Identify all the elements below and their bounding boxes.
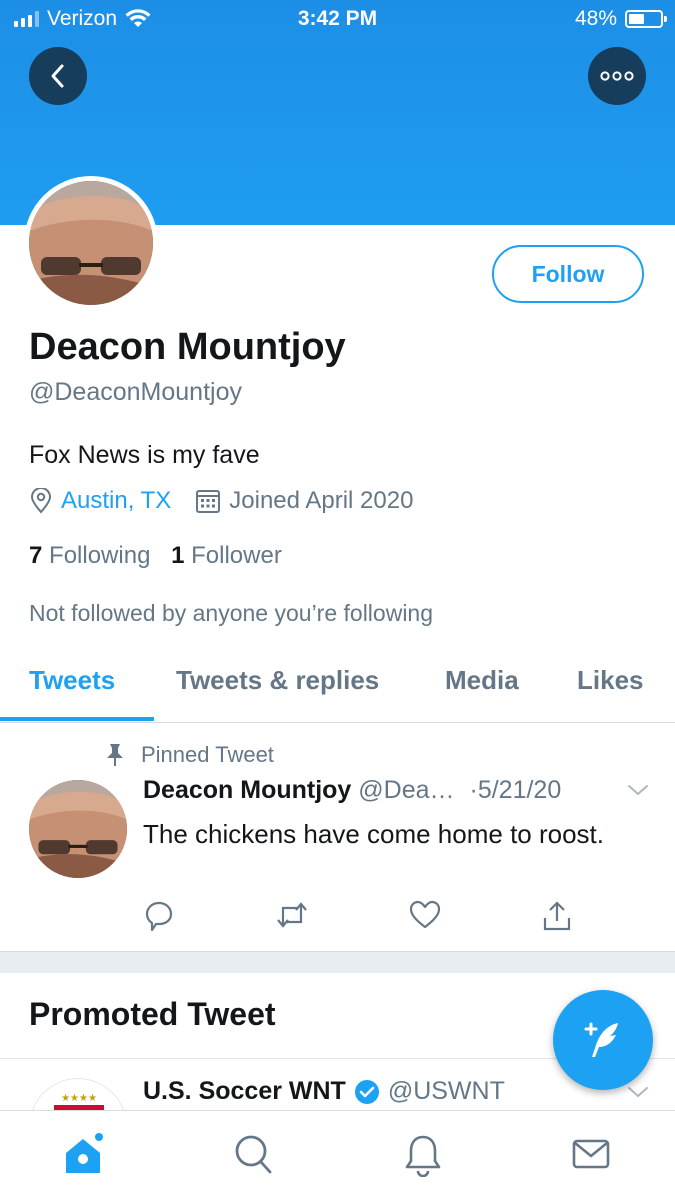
bottom-nav bbox=[0, 1110, 675, 1200]
tab-tweets[interactable]: Tweets bbox=[29, 665, 115, 696]
tweet-actions bbox=[0, 900, 675, 940]
tweet-author-name[interactable]: Deacon Mountjoy bbox=[143, 776, 351, 804]
pinned-label-row: Pinned Tweet bbox=[105, 742, 274, 768]
profile-tabs: Tweets Tweets & replies Media Likes bbox=[0, 660, 675, 723]
tweet-date: ·5/21/20 bbox=[469, 776, 562, 804]
reply-icon[interactable] bbox=[144, 900, 174, 932]
follow-counts: 7 Following 1 Follower bbox=[29, 542, 282, 570]
follow-button[interactable]: Follow bbox=[492, 245, 644, 303]
back-arrow-icon bbox=[51, 64, 64, 88]
section-divider bbox=[0, 951, 675, 973]
battery-icon bbox=[625, 10, 667, 28]
profile-name: Deacon Mountjoy bbox=[29, 326, 346, 368]
profile-meta: Austin, TX Joined April 2020 bbox=[29, 487, 413, 515]
profile-location[interactable]: Austin, TX bbox=[61, 487, 171, 515]
profile-handle: @DeaconMountjoy bbox=[29, 378, 242, 406]
location-icon bbox=[30, 488, 52, 514]
tweet-author-handle: @Dea… bbox=[358, 776, 455, 804]
pinned-label: Pinned Tweet bbox=[141, 742, 274, 767]
promoted-author-handle: @USWNT bbox=[387, 1077, 505, 1105]
promoted-tweet-header: U.S. Soccer WNT @USWNT bbox=[143, 1077, 505, 1106]
like-icon[interactable] bbox=[409, 900, 441, 930]
back-button[interactable] bbox=[29, 47, 87, 105]
compose-quill-icon bbox=[584, 1022, 618, 1057]
battery-percent: 48% bbox=[574, 7, 617, 30]
status-bar: Verizon 3:42 PM 48% bbox=[0, 0, 675, 38]
svg-text:★★★★: ★★★★ bbox=[61, 1093, 97, 1104]
calendar-icon bbox=[196, 490, 221, 513]
tweet-header: Deacon Mountjoy @Dea… ·5/21/20 bbox=[143, 776, 561, 805]
promoted-author-name[interactable]: U.S. Soccer WNT bbox=[143, 1077, 346, 1106]
home-icon[interactable] bbox=[63, 1133, 107, 1177]
tweet-avatar[interactable] bbox=[29, 780, 127, 878]
avatar-photo bbox=[29, 780, 127, 878]
following-link[interactable]: 7 Following bbox=[29, 542, 150, 569]
more-options-button[interactable] bbox=[588, 47, 646, 105]
followers-link[interactable]: 1 Follower bbox=[171, 542, 282, 569]
profile-avatar[interactable] bbox=[24, 176, 158, 310]
profile-joined-date: Joined April 2020 bbox=[229, 487, 414, 514]
chevron-down-icon[interactable] bbox=[626, 782, 650, 798]
tweet-text: The chickens have come home to roost. bbox=[143, 819, 605, 849]
clock: 3:42 PM bbox=[297, 7, 378, 30]
tab-likes[interactable]: Likes bbox=[577, 665, 644, 696]
profile-bio: Fox News is my fave bbox=[29, 441, 260, 469]
verified-badge-icon bbox=[354, 1079, 379, 1104]
mutual-followers-note: Not followed by anyone you’re following bbox=[29, 600, 434, 626]
share-icon[interactable] bbox=[541, 900, 573, 932]
pin-icon bbox=[107, 744, 123, 766]
tab-tweets-replies[interactable]: Tweets & replies bbox=[176, 665, 379, 696]
messages-icon[interactable] bbox=[572, 1133, 610, 1177]
chevron-down-icon[interactable] bbox=[626, 1084, 650, 1100]
retweet-icon[interactable] bbox=[275, 900, 309, 930]
active-tab-indicator bbox=[0, 717, 154, 721]
tab-media[interactable]: Media bbox=[445, 665, 519, 696]
more-options-icon bbox=[600, 71, 634, 81]
notifications-icon[interactable] bbox=[405, 1133, 441, 1177]
promoted-tweet-heading: Promoted Tweet bbox=[29, 996, 276, 1032]
compose-tweet-button[interactable] bbox=[553, 990, 653, 1090]
search-icon[interactable] bbox=[233, 1133, 273, 1177]
avatar-photo bbox=[29, 181, 153, 305]
